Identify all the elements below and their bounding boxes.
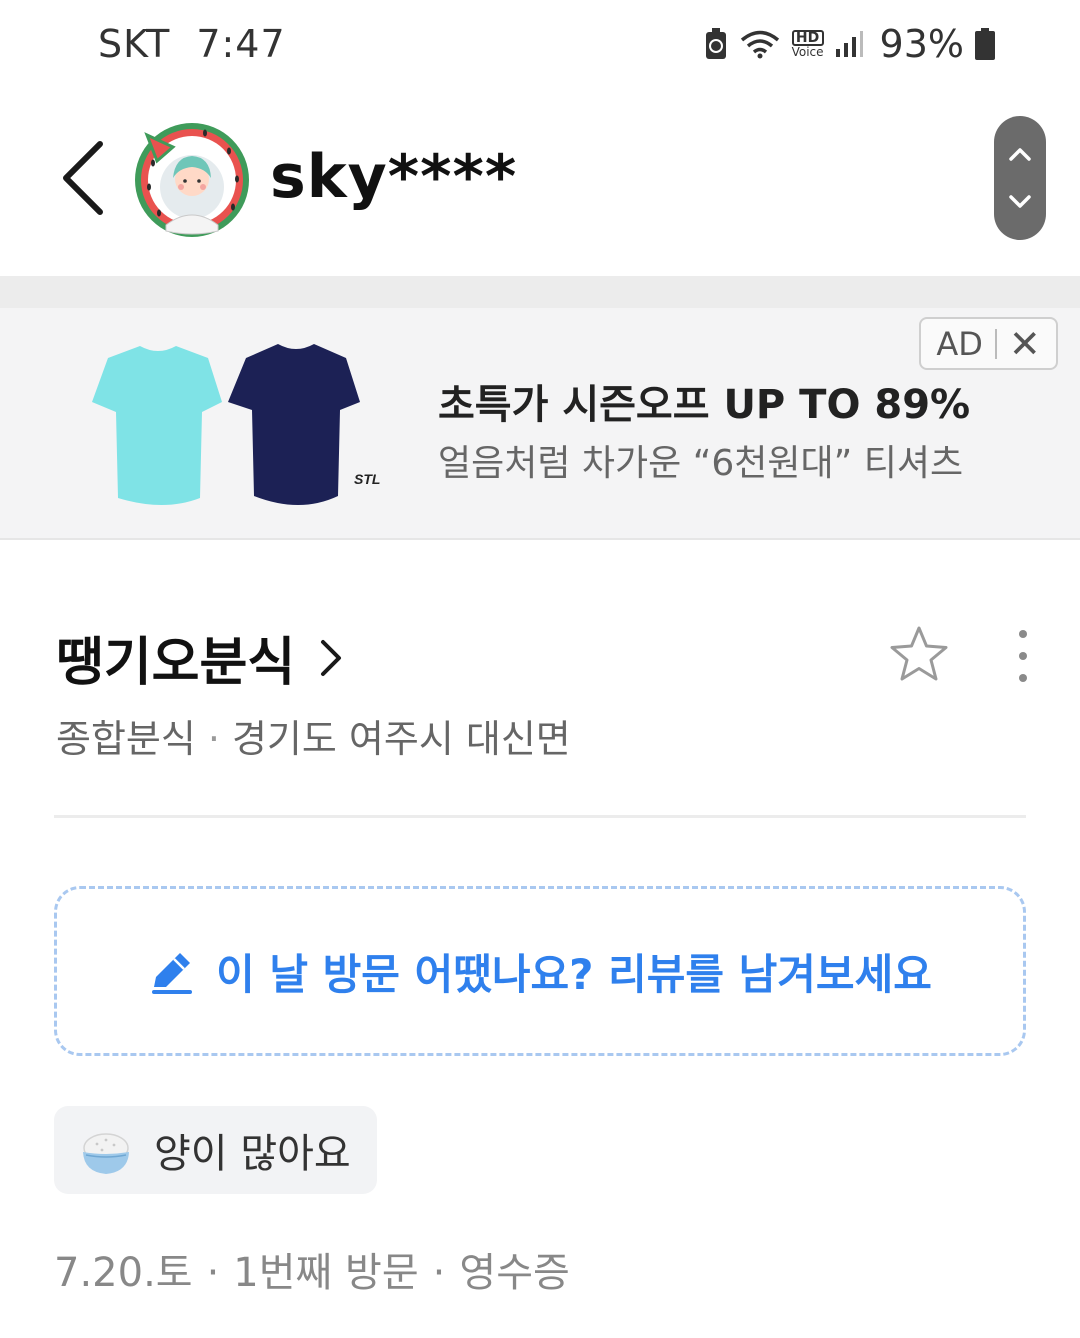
visit-separator-2: · bbox=[432, 1250, 446, 1296]
carrier-label: SKT bbox=[98, 22, 171, 66]
ad-tshirts-image: STL bbox=[92, 344, 380, 505]
close-icon[interactable]: ✕ bbox=[1009, 325, 1041, 363]
ad-label: AD bbox=[936, 324, 983, 363]
rice-bowl-icon bbox=[83, 1133, 129, 1174]
ad-brand-mark: STL bbox=[354, 471, 380, 487]
signal-icon bbox=[835, 31, 863, 57]
ad-badge-divider bbox=[994, 328, 997, 359]
ad-banner[interactable]: STL AD ✕ 초특가 시즌오프 UP TO 89% 얼음처럼 차가운 “6천… bbox=[0, 308, 1080, 540]
favorite-star-icon[interactable] bbox=[888, 624, 950, 686]
meta-separator: · bbox=[207, 717, 220, 761]
divider bbox=[54, 815, 1026, 818]
store-meta: 종합분식 · 경기도 여주시 대신면 bbox=[56, 708, 571, 763]
status-left: SKT 7:47 bbox=[98, 22, 286, 66]
store-name: 땡기오분식 bbox=[56, 633, 296, 693]
visit-count: 1번째 방문 bbox=[233, 1250, 419, 1296]
visit-separator-1: · bbox=[206, 1250, 220, 1296]
wifi-icon bbox=[740, 30, 779, 59]
battery-icon bbox=[975, 28, 995, 60]
hd-label: HD bbox=[791, 30, 824, 46]
review-keyword-chip: 양이 많아요 bbox=[54, 1106, 377, 1194]
visit-meta: 7.20.토 · 1번째 방문 · 영수증 bbox=[54, 1240, 570, 1298]
chevron-down-icon[interactable] bbox=[994, 176, 1046, 228]
write-review-button[interactable]: 이 날 방문 어땠나요? 리뷰를 남겨보세요 bbox=[54, 886, 1026, 1056]
ad-badge[interactable]: AD ✕ bbox=[919, 317, 1058, 370]
username: sky**** bbox=[270, 142, 518, 212]
back-button[interactable] bbox=[56, 138, 112, 218]
visit-verification: 영수증 bbox=[459, 1250, 570, 1296]
chat-header: sky**** bbox=[0, 86, 1080, 276]
more-options-icon[interactable] bbox=[1010, 628, 1036, 684]
section-separator bbox=[0, 276, 1080, 308]
write-review-label: 이 날 방문 어땠나요? 리뷰를 남겨보세요 bbox=[216, 949, 932, 999]
store-location: 경기도 여주시 대신면 bbox=[231, 717, 571, 761]
avatar[interactable] bbox=[133, 121, 251, 239]
ad-title: 초특가 시즌오프 UP TO 89% bbox=[438, 382, 971, 428]
hd-voice-badge: HD Voice bbox=[791, 30, 824, 59]
chevron-right-icon bbox=[321, 639, 342, 676]
clock: 7:47 bbox=[196, 22, 286, 66]
chip-label: 양이 많아요 bbox=[154, 1131, 351, 1177]
visit-date: 7.20.토 bbox=[54, 1250, 193, 1296]
status-right: HD Voice 93% bbox=[704, 22, 996, 66]
store-category: 종합분식 bbox=[56, 717, 196, 761]
chevron-up-icon[interactable] bbox=[994, 128, 1046, 180]
battery-percent: 93% bbox=[879, 22, 964, 66]
voice-label: Voice bbox=[791, 45, 824, 59]
status-bar: SKT 7:47 HD Voice 93% bbox=[0, 0, 1080, 86]
store-name-link[interactable]: 땡기오분식 bbox=[56, 620, 345, 695]
battery-saver-icon bbox=[705, 28, 726, 59]
message-nav-control bbox=[994, 116, 1046, 240]
ad-subtitle: 얼음처럼 차가운 “6천원대” 티셔츠 bbox=[438, 443, 964, 484]
pencil-icon bbox=[152, 953, 193, 994]
